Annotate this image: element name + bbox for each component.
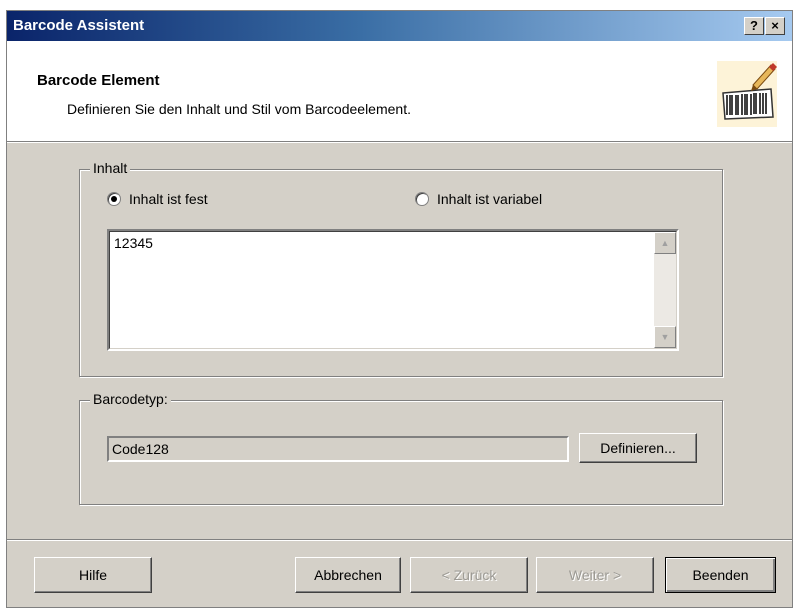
next-button[interactable]: Weiter >: [536, 557, 654, 593]
scroll-up-icon[interactable]: ▲: [654, 232, 676, 254]
barcode-type-field: Code128: [107, 436, 569, 462]
window-title: Barcode Assistent: [13, 17, 145, 34]
footer-divider: [7, 539, 792, 541]
content-group-label: Inhalt: [90, 160, 131, 176]
cancel-button[interactable]: Abbrechen: [295, 557, 401, 593]
scroll-down-icon[interactable]: ▼: [654, 326, 676, 348]
textarea-scrollbar[interactable]: ▲ ▼: [654, 232, 676, 348]
page-subtitle: Definieren Sie den Inhalt und Stil vom B…: [67, 101, 411, 117]
page-title: Barcode Element: [37, 72, 160, 89]
barcode-wizard-icon: [717, 61, 777, 127]
title-bar[interactable]: Barcode Assistent ? ×: [7, 11, 792, 41]
help-title-button[interactable]: ?: [744, 17, 764, 35]
radio-button[interactable]: [107, 192, 121, 206]
help-button[interactable]: Hilfe: [34, 557, 152, 593]
radio-content-variable-label: Inhalt ist variabel: [437, 191, 543, 207]
radio-button[interactable]: [415, 192, 429, 206]
radio-content-variable[interactable]: Inhalt ist variabel: [415, 191, 542, 207]
wizard-header: Barcode Element Definieren Sie den Inhal…: [7, 41, 792, 141]
finish-button[interactable]: Beenden: [665, 557, 776, 593]
radio-content-fixed-label: Inhalt ist fest: [129, 191, 208, 207]
textarea-inner-border: 12345 ▲ ▼: [109, 231, 677, 349]
close-button[interactable]: ×: [765, 17, 785, 35]
radio-content-fixed[interactable]: Inhalt ist fest: [107, 191, 208, 207]
barcode-type-label: Barcodetyp:: [90, 391, 171, 407]
radio-selected-dot: [111, 196, 117, 202]
content-text-value[interactable]: 12345: [114, 235, 153, 251]
dialog-window: Barcode Assistent ? × Barcode Element De…: [6, 10, 793, 608]
back-button[interactable]: < Zurück: [410, 557, 528, 593]
header-divider: [7, 141, 792, 143]
define-button[interactable]: Definieren...: [579, 433, 697, 463]
barcode-type-value: Code128: [112, 441, 169, 457]
content-textarea[interactable]: 12345 ▲ ▼: [107, 229, 679, 351]
